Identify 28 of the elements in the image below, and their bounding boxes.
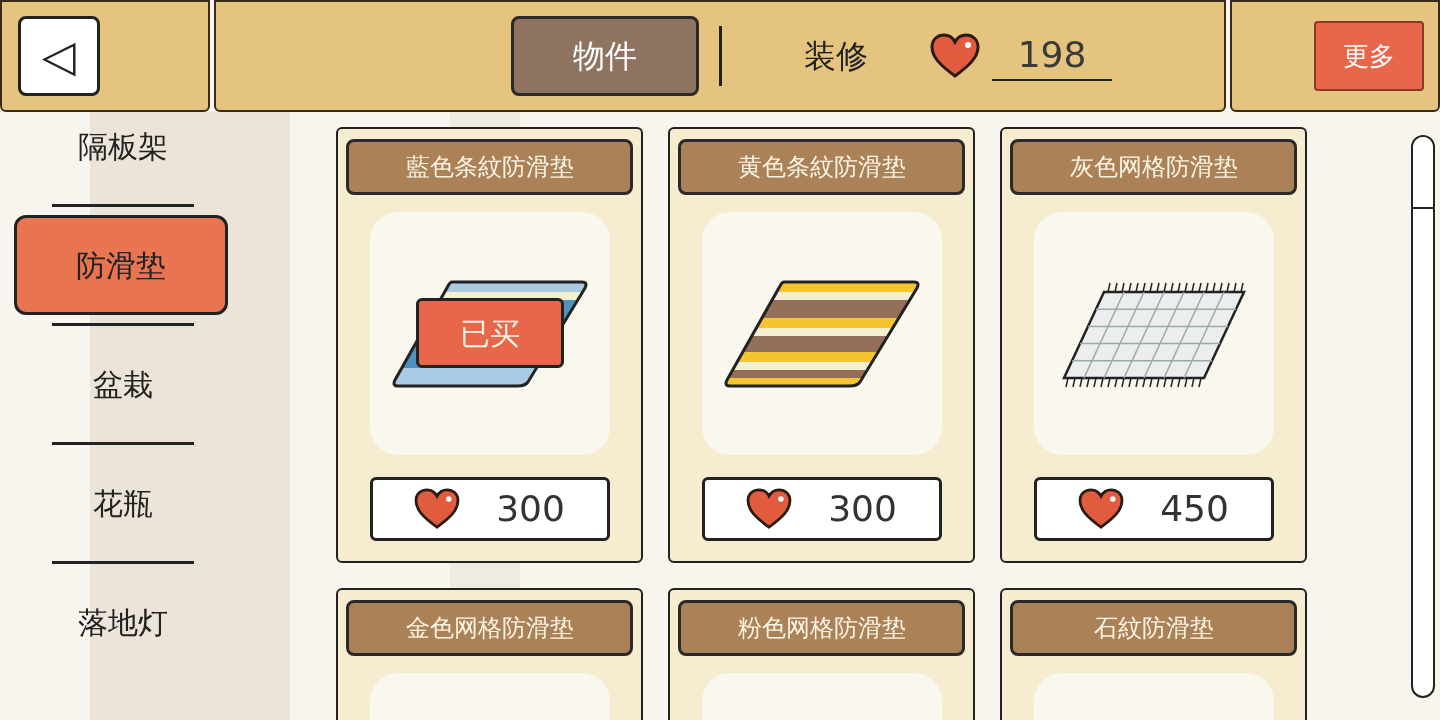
item-name: 金色网格防滑垫 xyxy=(346,600,633,656)
tab[interactable]: 物件 xyxy=(511,16,699,96)
price: 300 xyxy=(496,487,565,531)
item-name: 灰色网格防滑垫 xyxy=(1010,139,1297,195)
back-button[interactable]: ◁ xyxy=(18,16,100,96)
purchased-badge: 已买 xyxy=(415,298,564,368)
price: 450 xyxy=(1160,487,1229,531)
item-name: 黄色条紋防滑垫 xyxy=(678,139,965,195)
category-item[interactable]: 隔板架 xyxy=(15,112,230,196)
heart-count: 198 xyxy=(992,31,1112,81)
category-item[interactable]: 落地灯 xyxy=(15,572,230,672)
item-name: 藍色条紋防滑垫 xyxy=(346,139,633,195)
price: 300 xyxy=(828,487,897,531)
scrollbar[interactable] xyxy=(1411,135,1435,698)
scrollbar-thumb[interactable] xyxy=(1413,137,1433,209)
heart-icon xyxy=(1078,488,1125,530)
heart-icon xyxy=(930,33,980,79)
category-item[interactable]: 花瓶 xyxy=(15,453,230,553)
heart-icon xyxy=(414,488,461,530)
category-item[interactable]: 防滑垫 xyxy=(13,215,228,315)
heart-icon xyxy=(746,488,793,530)
item-card[interactable]: 黄色条紋防滑垫 300 xyxy=(668,127,975,563)
tab[interactable]: 装修 xyxy=(742,16,930,96)
item-name: 石紋防滑垫 xyxy=(1010,600,1297,656)
item-card[interactable]: 灰色网格防滑垫 450 xyxy=(1000,127,1307,563)
item-card[interactable]: 藍色条紋防滑垫 已买 300 xyxy=(336,127,643,563)
category-item[interactable]: 盆栽 xyxy=(15,334,230,434)
item-name: 粉色网格防滑垫 xyxy=(678,600,965,656)
